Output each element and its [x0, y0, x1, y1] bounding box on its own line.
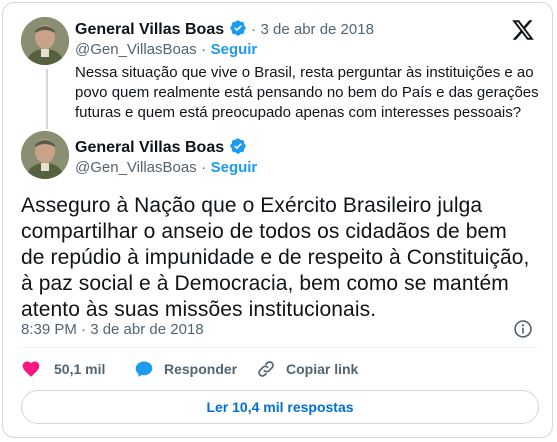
main-handle-row: @Gen_VillasBoas · Seguir [75, 159, 257, 177]
quoted-handle-row: @Gen_VillasBoas · Seguir [75, 41, 257, 59]
author-name[interactable]: General Villas Boas [75, 21, 224, 38]
quoted-tweet-text: Nessa situação que vive o Brasil, resta … [75, 64, 539, 121]
reply-label: Responder [164, 361, 238, 377]
read-replies-button[interactable]: Ler 10,4 mil respostas [21, 390, 539, 424]
reply-action[interactable]: Responder [134, 359, 237, 379]
link-icon [256, 359, 276, 379]
like-action[interactable]: 50,1 mil [21, 359, 105, 379]
separator-dot: · [201, 41, 207, 58]
author-avatar[interactable] [21, 17, 69, 65]
main-author-row: General Villas Boas [75, 137, 247, 157]
thread-connector-line [46, 69, 48, 129]
follow-button[interactable]: Seguir [211, 159, 258, 176]
author-handle[interactable]: @Gen_VillasBoas [75, 159, 197, 176]
heart-icon [21, 359, 41, 379]
divider [19, 347, 538, 348]
quoted-author-row: General Villas Boas · 3 de abr de 2018 [75, 19, 374, 39]
author-avatar[interactable] [21, 131, 69, 179]
info-icon[interactable] [513, 319, 533, 339]
copy-link-label: Copiar link [286, 361, 359, 377]
separator-dot: · [251, 21, 257, 38]
author-handle[interactable]: @Gen_VillasBoas [75, 41, 197, 58]
tweet-embed-card: General Villas Boas · 3 de abr de 2018 @… [2, 2, 553, 438]
verified-badge-icon [229, 137, 247, 155]
read-replies-label: Ler 10,4 mil respostas [206, 399, 354, 415]
tweet-date[interactable]: 3 de abr de 2018 [260, 21, 373, 38]
x-logo-icon[interactable] [511, 18, 535, 42]
copy-link-action[interactable]: Copiar link [256, 359, 358, 379]
verified-badge-icon [229, 19, 247, 37]
main-tweet-text: Asseguro à Nação que o Exército Brasilei… [21, 194, 530, 321]
speech-bubble-icon [134, 359, 154, 379]
tweet-timestamp[interactable]: 8:39 PM · 3 de abr de 2018 [21, 321, 204, 338]
like-count: 50,1 mil [54, 361, 106, 377]
separator-dot: · [201, 159, 207, 176]
follow-button[interactable]: Seguir [211, 41, 258, 58]
author-name[interactable]: General Villas Boas [75, 139, 224, 156]
